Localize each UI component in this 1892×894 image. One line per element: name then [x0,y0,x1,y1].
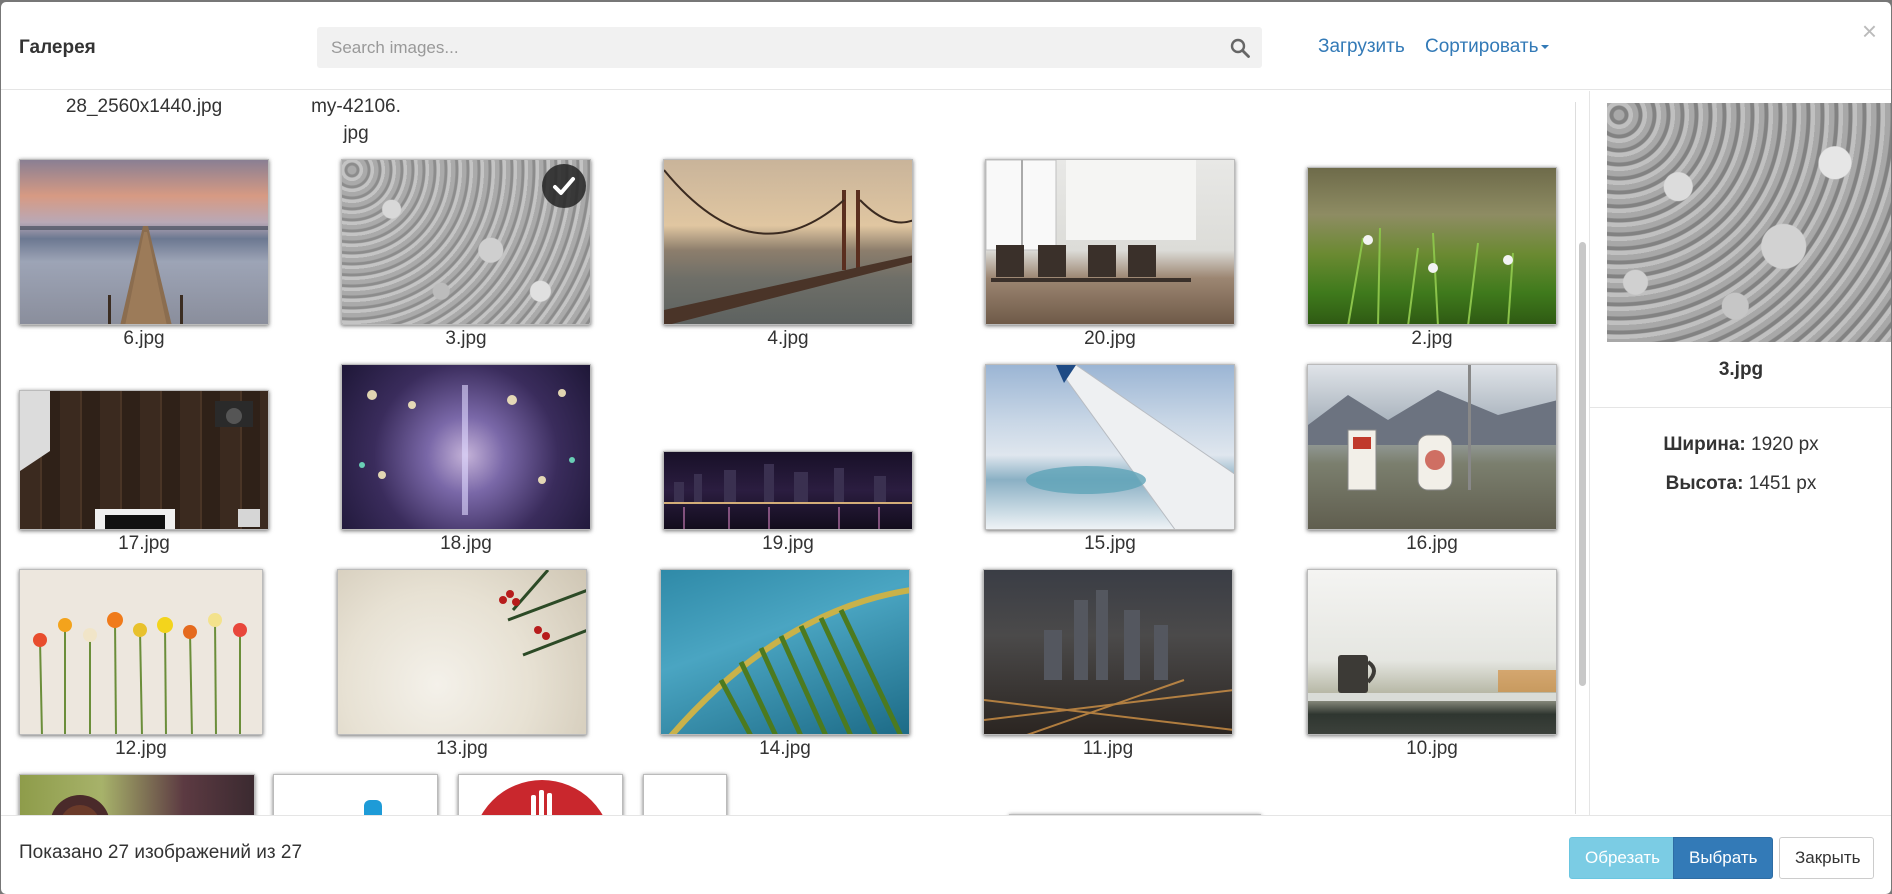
height-value: 1451 px [1748,473,1817,494]
modal-title: Галерея [19,37,96,58]
image-thumbnail[interactable] [1307,364,1557,530]
height-label: Высота: [1665,473,1744,494]
skyline-photo [664,464,912,529]
image-caption: 20.jpg [1084,328,1136,349]
lights-photo [359,385,575,515]
preview-image [1607,103,1891,342]
sort-label: Сортировать [1425,36,1539,57]
image-thumbnail[interactable] [643,774,727,816]
image-thumbnail[interactable] [273,774,438,816]
christmas-photo [499,570,586,657]
upload-link[interactable]: Загрузить [1318,36,1405,58]
image-thumbnail[interactable] [19,159,269,325]
image-thumbnail[interactable] [663,159,913,325]
image-thumbnail[interactable] [1307,569,1557,735]
divider [1590,407,1891,408]
preview-sidebar: 3.jpg Ширина: 1920 px Высота: 1451 px [1589,91,1891,816]
caret-down-icon [1540,44,1549,49]
image-caption: 18.jpg [440,533,492,554]
image-caption: 17.jpg [118,533,170,554]
city-night-photo [984,590,1232,734]
gallery-modal: Галерея Загрузить Сортировать × 28_2560x… [1,2,1891,894]
office-photo [986,160,1196,282]
select-button[interactable]: Выбрать [1673,837,1773,879]
image-thumbnail[interactable] [983,569,1233,735]
image-caption: 3.jpg [445,328,487,349]
coffee-photo [20,795,109,816]
desk-photo [20,391,260,529]
image-caption: 4.jpg [767,328,809,349]
modal-footer: Показано 27 изображений из 27 Обрезать В… [1,815,1891,894]
image-caption: 13.jpg [436,738,488,759]
height-info: Высота: 1451 px [1590,473,1891,495]
image-thumbnail[interactable] [341,364,591,530]
image-caption: my-42106. [311,96,401,117]
image-count: Показано 27 изображений из 27 [19,842,303,863]
image-thumbnail[interactable] [985,364,1235,530]
image-thumbnail[interactable] [19,569,263,735]
image-thumbnail[interactable] [985,159,1235,325]
preview-file-name: 3.jpg [1718,359,1764,380]
scrollbar-thumb[interactable] [1579,242,1586,686]
grass-photo [1347,227,1514,324]
width-label: Ширина: [1663,434,1746,455]
image-caption: 12.jpg [115,738,167,759]
search-box [317,27,1262,68]
image-thumbnail[interactable] [341,159,591,325]
image-caption: 15.jpg [1084,533,1136,554]
gas-station-photo [1308,365,1556,491]
width-value: 1920 px [1751,434,1819,455]
pier-photo [20,226,268,324]
image-thumbnail[interactable] [458,774,623,816]
image-thumbnail[interactable] [19,774,255,816]
image-thumbnail[interactable] [663,451,913,530]
bridge-photo [664,169,912,324]
logo-photo [364,800,382,816]
image-thumbnail[interactable] [19,390,269,530]
image-caption: 16.jpg [1406,533,1458,554]
search-input[interactable] [317,27,1207,68]
check-icon [542,164,586,208]
image-thumbnail[interactable] [660,569,910,735]
image-thumbnail[interactable] [337,569,587,735]
image-caption: 2.jpg [1411,328,1453,349]
palm-leaf-photo [668,587,909,734]
close-icon[interactable]: × [1862,18,1877,44]
flowers-photo [33,612,247,734]
crop-button[interactable]: Обрезать [1569,837,1674,879]
width-info: Ширина: 1920 px [1590,434,1891,456]
grid-scrollbar[interactable] [1575,102,1589,814]
image-caption: 11.jpg [1082,738,1134,759]
image-caption: 6.jpg [123,328,165,349]
close-button[interactable]: Закрыть [1779,837,1874,879]
search-icon[interactable] [1230,38,1250,58]
image-caption: 14.jpg [759,738,811,759]
image-caption: jpg [343,123,369,144]
image-caption: 19.jpg [762,533,814,554]
mug-photo [1308,655,1556,701]
image-grid: 28_2560x1440.jpg my-42106. jpg 6.jpg 3.j… [1,91,1575,816]
stop-hand-photo [480,780,604,816]
modal-header: Галерея Загрузить Сортировать × [1,2,1891,90]
airplane-wing-photo [1026,365,1234,529]
image-caption: 10.jpg [1406,738,1458,759]
sort-dropdown[interactable]: Сортировать [1425,36,1549,58]
image-thumbnail[interactable] [1307,167,1557,325]
